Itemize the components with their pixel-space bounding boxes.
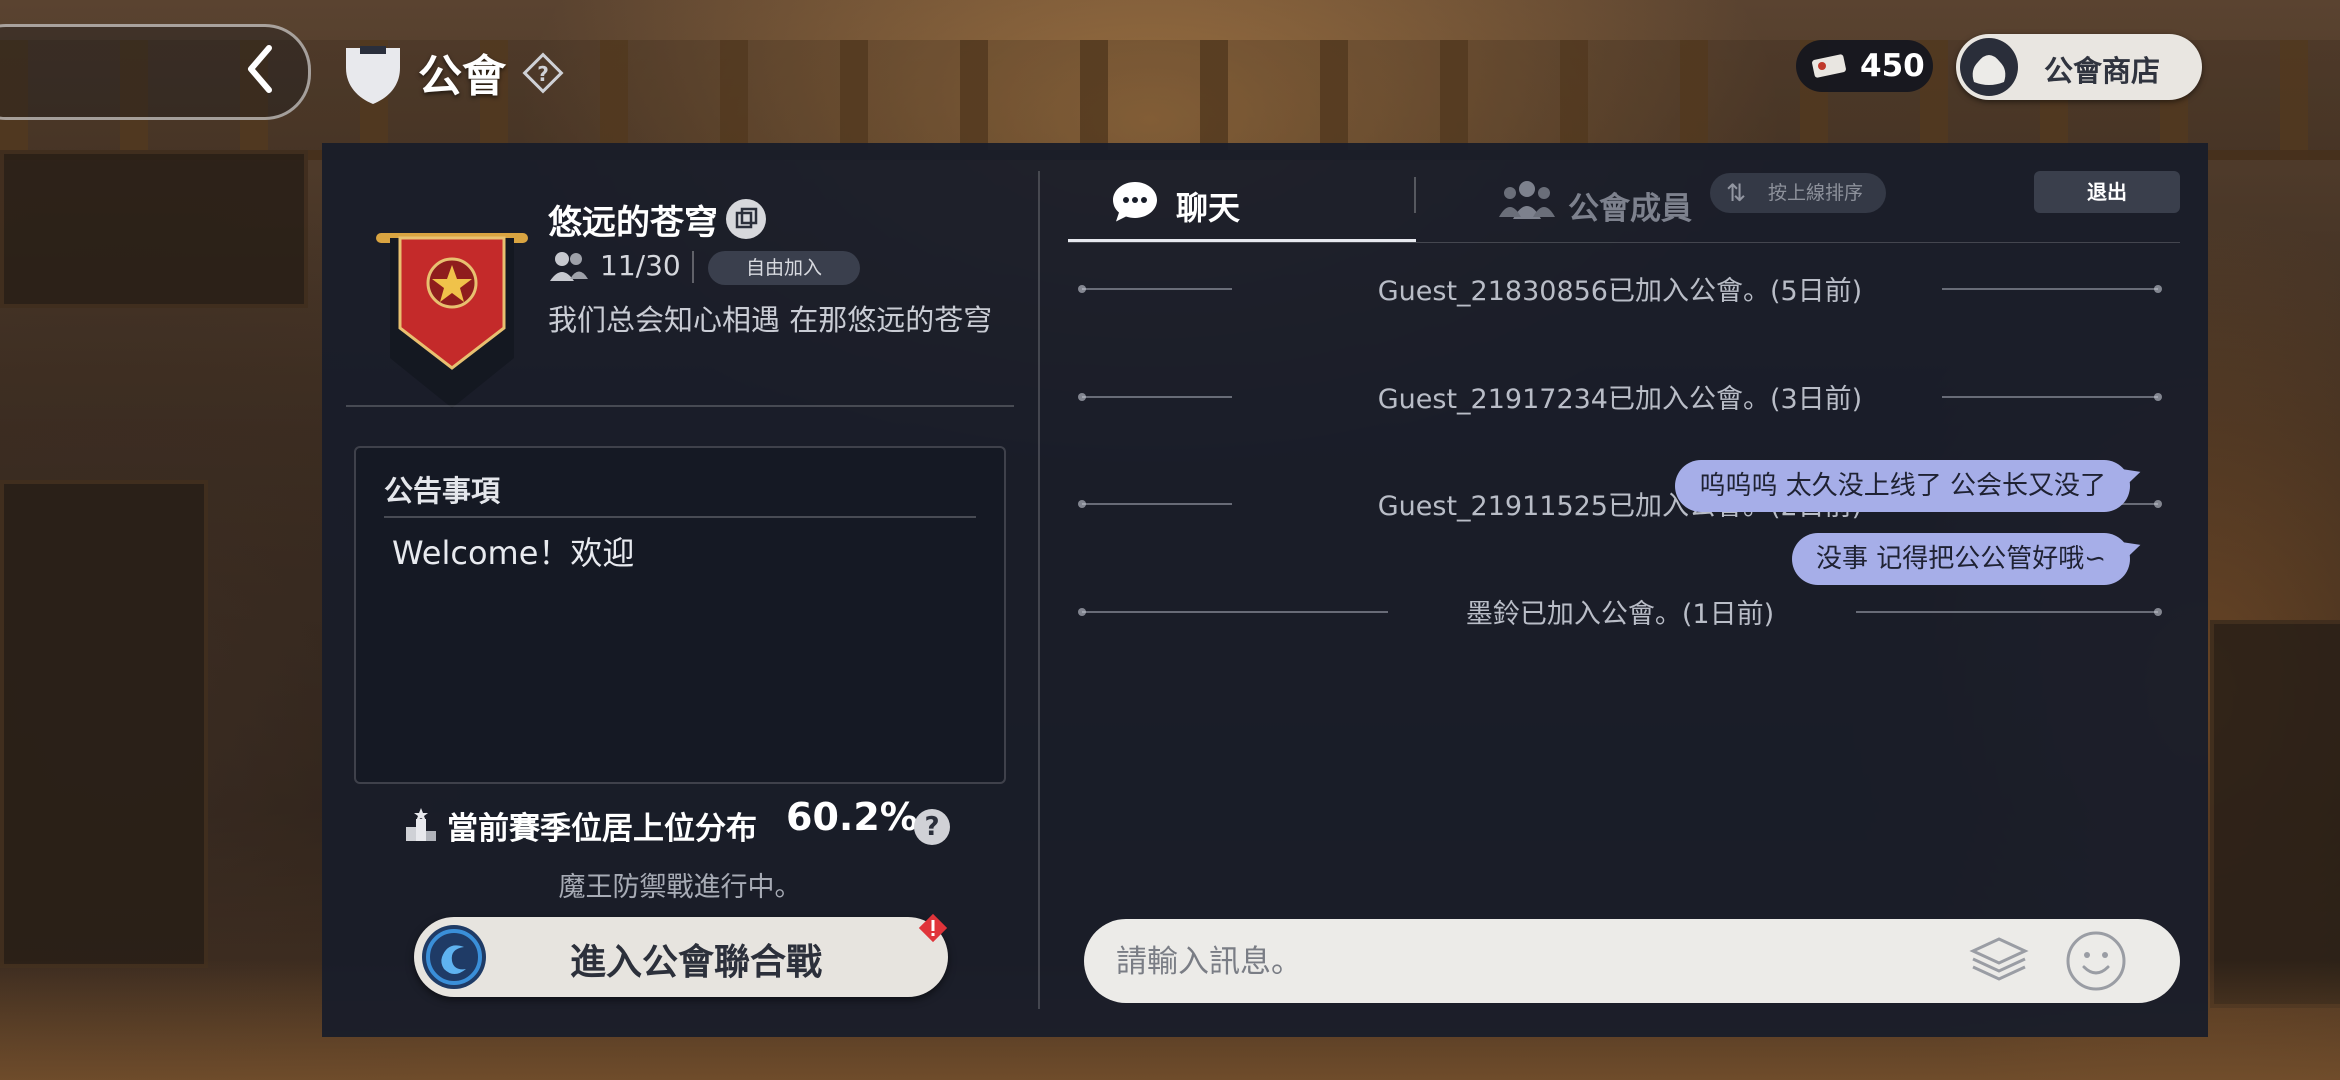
alert-icon bbox=[916, 911, 950, 945]
shop-label: 公會商店 bbox=[2044, 54, 2161, 88]
guild-panel: 悠远的苍穹 11/30 自由加入 我们总会知心相遇 在那悠远的苍穹 公告事項 W… bbox=[322, 143, 2208, 1037]
divider bbox=[1414, 177, 1416, 213]
ticket-icon bbox=[1812, 54, 1846, 78]
column-divider bbox=[1038, 171, 1040, 1009]
notice-title: 公告事項 bbox=[384, 474, 501, 508]
help-icon[interactable]: ? bbox=[522, 52, 564, 94]
chat-bubble: 没事 记得把公公管好哦∽ bbox=[1791, 533, 2130, 585]
podium-icon bbox=[404, 807, 438, 841]
currency-display: 450 bbox=[1796, 40, 1933, 92]
tab-chat-label: 聊天 bbox=[1176, 189, 1241, 227]
divider bbox=[346, 405, 1014, 407]
back-button[interactable] bbox=[225, 34, 295, 104]
sort-icon: ⇅ bbox=[1726, 179, 1747, 207]
sort-label: 按上線排序 bbox=[1768, 182, 1864, 204]
season-rank-percent: 60.2% bbox=[786, 795, 918, 839]
tab-chat[interactable]: 聊天 bbox=[1068, 173, 1298, 233]
emoji-icon[interactable] bbox=[2062, 927, 2130, 995]
guild-motto: 我们总会知心相遇 在那悠远的苍穹 bbox=[548, 303, 993, 337]
tab-members-label: 公會成員 bbox=[1568, 191, 1692, 227]
divider bbox=[1068, 242, 2180, 243]
exit-button[interactable]: 退出 bbox=[2034, 171, 2180, 213]
shelf bbox=[0, 150, 308, 308]
stamp-icon[interactable] bbox=[1966, 933, 2032, 989]
svg-text:?: ? bbox=[537, 62, 549, 86]
chat-bubble-icon bbox=[1113, 182, 1157, 222]
guild-name: 悠远的苍穹 bbox=[548, 203, 718, 243]
chat-bubble: 呜呜呜 太久没上线了 公会长又没了 bbox=[1675, 460, 2130, 512]
sort-online-button[interactable]: ⇅ 按上線排序 bbox=[1710, 173, 1886, 213]
copy-icon[interactable] bbox=[726, 199, 766, 239]
guild-war-label: 進入公會聯合戰 bbox=[569, 942, 822, 983]
guild-war-button[interactable]: 進入公會聯合戰 bbox=[414, 917, 948, 997]
system-message: 墨鈴已加入公會。(1日前) bbox=[1078, 592, 2162, 632]
season-rank-label: 當前賽季位居上位分布 bbox=[447, 811, 757, 847]
guild-shield-icon bbox=[340, 40, 406, 106]
guild-banner-icon bbox=[372, 193, 532, 433]
member-count: 11/30 bbox=[600, 249, 681, 282]
notice-body: Welcome！欢迎 bbox=[392, 534, 635, 572]
page-title: 公會 bbox=[418, 51, 506, 102]
system-message: Guest_21830856已加入公會。(5日前) bbox=[1078, 269, 2162, 309]
bag-icon bbox=[1960, 38, 2018, 96]
crate-stack bbox=[2210, 620, 2340, 1008]
chat-input-bar bbox=[1084, 919, 2180, 1003]
divider bbox=[384, 516, 976, 518]
group-icon bbox=[1499, 181, 1555, 219]
currency-value: 450 bbox=[1860, 48, 1925, 84]
notice-box: 公告事項 Welcome！欢迎 bbox=[354, 446, 1006, 784]
rank-help-icon[interactable]: ? bbox=[914, 809, 950, 845]
chevron-left-icon bbox=[248, 45, 272, 93]
bookshelf bbox=[0, 480, 208, 968]
divider bbox=[692, 251, 694, 283]
chat-input[interactable] bbox=[1114, 931, 1938, 993]
battle-status: 魔王防禦戰進行中。 bbox=[558, 872, 802, 903]
system-message: Guest_21917234已加入公會。(3日前) bbox=[1078, 377, 2162, 417]
guild-shop-button[interactable]: 公會商店 bbox=[1956, 34, 2202, 100]
join-mode-badge: 自由加入 bbox=[708, 251, 860, 285]
members-icon bbox=[548, 249, 588, 283]
